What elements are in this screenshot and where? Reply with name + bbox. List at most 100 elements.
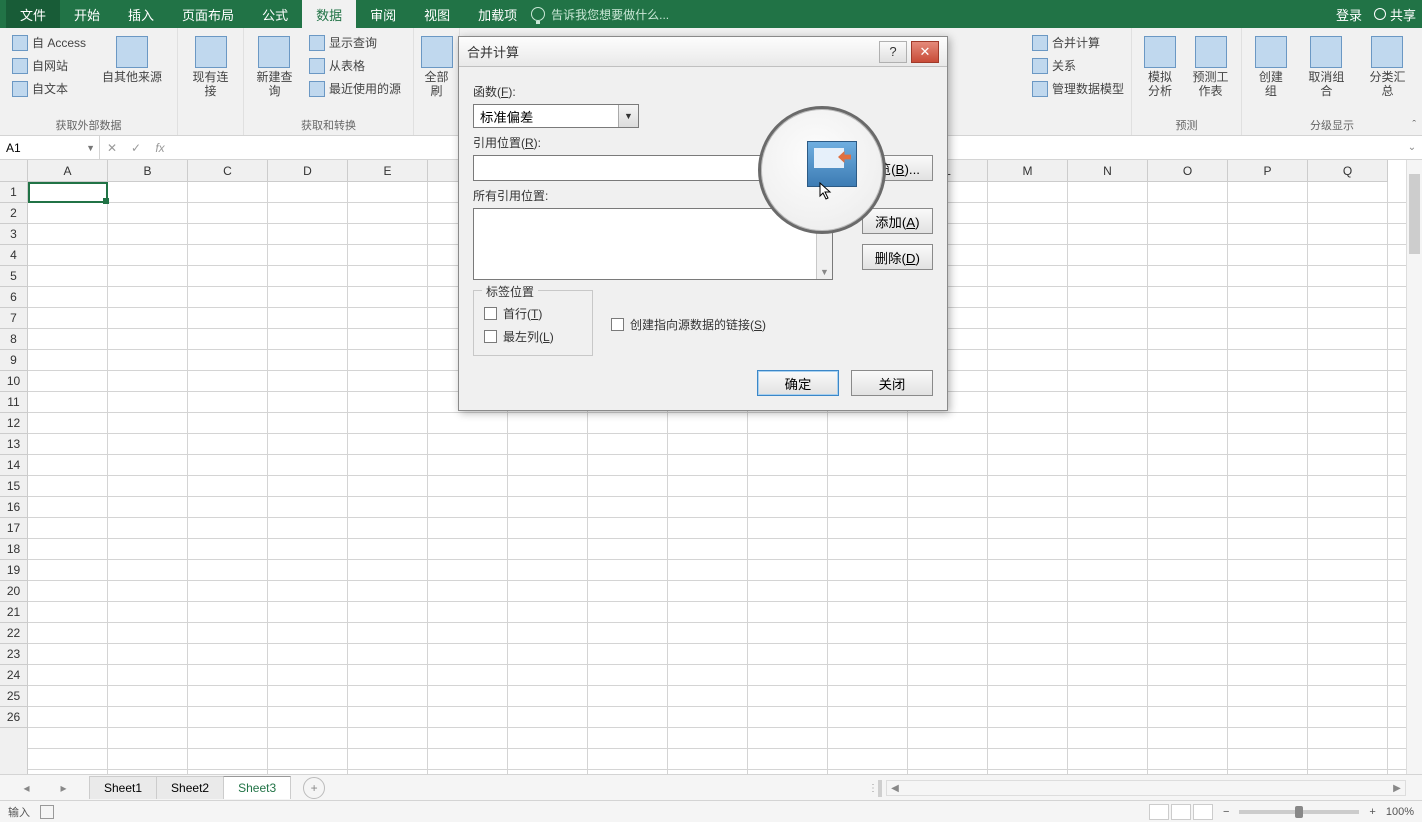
tab-splitter[interactable]: ⋮ bbox=[878, 780, 882, 797]
row-header[interactable]: 19 bbox=[0, 560, 27, 581]
sheet-tab-2[interactable]: Sheet2 bbox=[156, 776, 224, 799]
add-sheet-button[interactable]: + bbox=[303, 777, 325, 799]
row-header[interactable]: 13 bbox=[0, 434, 27, 455]
tell-me[interactable]: 告诉我您想要做什么... bbox=[531, 6, 669, 23]
from-text[interactable]: 自文本 bbox=[8, 78, 90, 99]
macro-record-icon[interactable] bbox=[40, 805, 54, 819]
view-normal[interactable] bbox=[1149, 804, 1169, 820]
consolidate-btn[interactable]: 合并计算 bbox=[1028, 32, 1128, 53]
row-header[interactable]: 21 bbox=[0, 602, 27, 623]
all-references-list[interactable] bbox=[473, 208, 833, 280]
tab-home[interactable]: 开始 bbox=[60, 0, 114, 29]
row-header[interactable]: 5 bbox=[0, 266, 27, 287]
enter-formula[interactable]: ✓ bbox=[124, 136, 148, 159]
from-access[interactable]: 自 Access bbox=[8, 32, 90, 53]
subtotal-btn[interactable]: 分类汇总 bbox=[1361, 32, 1414, 103]
horizontal-scrollbar[interactable]: ◀▶ bbox=[886, 780, 1406, 796]
select-all-corner[interactable] bbox=[0, 160, 28, 182]
function-select[interactable]: 标准偏差 bbox=[473, 104, 639, 128]
row-header[interactable]: 6 bbox=[0, 287, 27, 308]
row-header[interactable]: 24 bbox=[0, 665, 27, 686]
zoom-slider[interactable] bbox=[1239, 810, 1359, 814]
tab-review[interactable]: 审阅 bbox=[356, 0, 410, 29]
tab-data[interactable]: 数据 bbox=[302, 0, 356, 29]
row-header[interactable]: 12 bbox=[0, 413, 27, 434]
row-headers[interactable]: 1234567891011121314151617181920212223242… bbox=[0, 182, 28, 774]
zoom-in[interactable]: + bbox=[1369, 806, 1375, 818]
dialog-help-button[interactable]: ? bbox=[879, 41, 907, 63]
tab-file[interactable]: 文件 bbox=[6, 0, 60, 29]
sheet-tab-3[interactable]: Sheet3 bbox=[223, 776, 291, 799]
col-header[interactable]: B bbox=[108, 160, 188, 181]
row-header[interactable]: 3 bbox=[0, 224, 27, 245]
row-header[interactable]: 8 bbox=[0, 329, 27, 350]
create-links-checkbox[interactable] bbox=[611, 318, 624, 331]
tab-addins[interactable]: 加载项 bbox=[464, 0, 531, 29]
row-header[interactable]: 25 bbox=[0, 686, 27, 707]
tab-view[interactable]: 视图 bbox=[410, 0, 464, 29]
row-header[interactable]: 26 bbox=[0, 707, 27, 728]
left-col-checkbox[interactable] bbox=[484, 330, 497, 343]
row-header[interactable]: 18 bbox=[0, 539, 27, 560]
row-header[interactable]: 14 bbox=[0, 455, 27, 476]
share-button[interactable]: 共享 bbox=[1374, 5, 1416, 24]
close-button[interactable]: 关闭 bbox=[851, 370, 933, 396]
row-header[interactable]: 10 bbox=[0, 371, 27, 392]
dialog-titlebar[interactable]: 合并计算 ? ✕ bbox=[459, 37, 947, 67]
fx-button[interactable]: fx bbox=[148, 136, 172, 159]
relations-btn[interactable]: 关系 bbox=[1028, 55, 1128, 76]
row-header[interactable]: 9 bbox=[0, 350, 27, 371]
recent-sources[interactable]: 最近使用的源 bbox=[305, 78, 405, 99]
tab-layout[interactable]: 页面布局 bbox=[168, 0, 248, 29]
col-header[interactable]: D bbox=[268, 160, 348, 181]
col-header[interactable]: O bbox=[1148, 160, 1228, 181]
view-page-break[interactable] bbox=[1193, 804, 1213, 820]
existing-conn[interactable]: 现有连接 bbox=[186, 32, 235, 103]
row-header[interactable]: 2 bbox=[0, 203, 27, 224]
row-header[interactable]: 22 bbox=[0, 623, 27, 644]
row-header[interactable]: 7 bbox=[0, 308, 27, 329]
chevron-down-icon[interactable]: ▼ bbox=[86, 143, 95, 153]
refresh-all[interactable]: 全部刷 bbox=[417, 32, 457, 103]
row-header[interactable]: 20 bbox=[0, 581, 27, 602]
row-header[interactable]: 17 bbox=[0, 518, 27, 539]
active-cell[interactable] bbox=[28, 182, 108, 203]
show-queries[interactable]: 显示查询 bbox=[305, 32, 405, 53]
row-header[interactable]: 16 bbox=[0, 497, 27, 518]
ungroup-btn[interactable]: 取消组合 bbox=[1300, 32, 1353, 103]
expand-formula-bar[interactable]: ⌄ bbox=[1402, 136, 1422, 159]
row-header[interactable]: 15 bbox=[0, 476, 27, 497]
name-box[interactable]: A1▼ bbox=[0, 136, 100, 159]
row-header[interactable]: 4 bbox=[0, 245, 27, 266]
row-header[interactable]: 23 bbox=[0, 644, 27, 665]
tab-formulas[interactable]: 公式 bbox=[248, 0, 302, 29]
zoom-level[interactable]: 100% bbox=[1386, 806, 1414, 818]
from-web[interactable]: 自网站 bbox=[8, 55, 90, 76]
login-link[interactable]: 登录 bbox=[1336, 5, 1362, 24]
cancel-formula[interactable]: ✕ bbox=[100, 136, 124, 159]
new-query[interactable]: 新建查询 bbox=[252, 32, 297, 103]
sheet-tab-1[interactable]: Sheet1 bbox=[89, 776, 157, 799]
data-model-btn[interactable]: 管理数据模型 bbox=[1028, 78, 1128, 99]
tab-insert[interactable]: 插入 bbox=[114, 0, 168, 29]
vertical-scrollbar[interactable] bbox=[1406, 160, 1422, 774]
col-header[interactable]: N bbox=[1068, 160, 1148, 181]
whatif[interactable]: 模拟分析 bbox=[1140, 32, 1180, 103]
forecast-sheet[interactable]: 预测工作表 bbox=[1188, 32, 1233, 103]
tab-nav[interactable]: ◂▸ bbox=[0, 781, 90, 795]
col-header[interactable]: A bbox=[28, 160, 108, 181]
chevron-down-icon[interactable]: ▼ bbox=[618, 105, 638, 127]
reference-input[interactable] bbox=[473, 155, 799, 181]
view-page-layout[interactable] bbox=[1171, 804, 1191, 820]
add-button[interactable]: 添加(A) bbox=[862, 208, 933, 234]
row-header[interactable]: 1 bbox=[0, 182, 27, 203]
col-header[interactable]: E bbox=[348, 160, 428, 181]
ok-button[interactable]: 确定 bbox=[757, 370, 839, 396]
col-header[interactable]: M bbox=[988, 160, 1068, 181]
col-header[interactable]: Q bbox=[1308, 160, 1388, 181]
delete-button[interactable]: 删除(D) bbox=[862, 244, 933, 270]
col-header[interactable]: C bbox=[188, 160, 268, 181]
zoom-out[interactable]: − bbox=[1223, 806, 1229, 818]
group-btn[interactable]: 创建组 bbox=[1250, 32, 1292, 103]
top-row-checkbox[interactable] bbox=[484, 307, 497, 320]
